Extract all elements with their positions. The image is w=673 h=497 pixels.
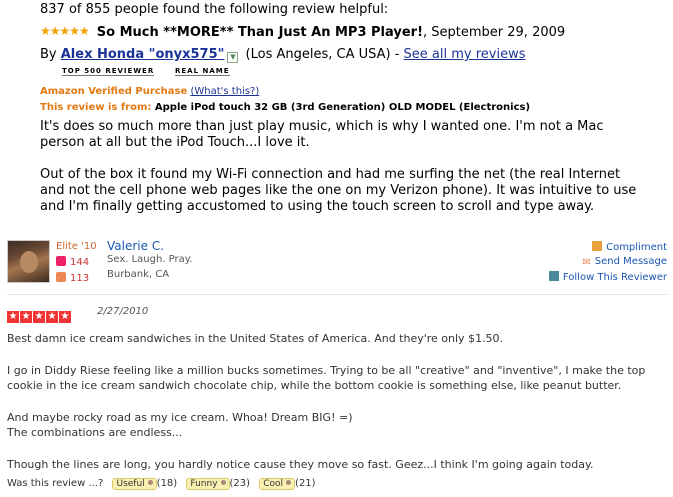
star-icon: ★: [59, 311, 71, 323]
star-rating: ★★★★★: [40, 24, 90, 38]
useful-button[interactable]: Useful: [112, 478, 157, 490]
friends-icon: [56, 256, 66, 266]
review-paragraph: Best damn ice cream sandwiches in the Un…: [7, 332, 504, 345]
friends-count: 144: [56, 256, 89, 268]
user-name-link[interactable]: Valerie C.: [107, 239, 164, 253]
product-name: Apple iPod touch 32 GB (3rd Generation) …: [154, 102, 531, 113]
star-icon: ★: [7, 311, 19, 323]
by-prefix: By: [40, 47, 61, 62]
message-icon: ✉: [582, 257, 591, 268]
review-paragraph: And maybe rocky road as my ice cream. Wh…: [7, 411, 353, 439]
review-paragraph: Out of the box it found my Wi-Fi connect…: [40, 167, 637, 214]
elite-badge: Elite '10: [56, 241, 97, 252]
verified-label: Amazon Verified Purchase: [40, 86, 188, 97]
cool-count: (21): [295, 478, 316, 489]
reviewer-location: (Los Angeles, CA USA) -: [241, 47, 404, 62]
funny-count: (23): [229, 478, 251, 489]
star-icon: ★: [20, 311, 32, 323]
divider: [7, 294, 667, 295]
follow-icon: [548, 271, 559, 281]
whats-this-link[interactable]: (What's this?): [190, 86, 259, 97]
follow-action[interactable]: Follow This Reviewer: [548, 271, 667, 283]
reviewer-actions: Compliment ✉ Send Message Follow This Rev…: [548, 241, 667, 286]
funny-button[interactable]: Funny: [186, 478, 230, 490]
review-title: So Much **MORE** Than Just An MP3 Player…: [96, 25, 424, 40]
review-body: Best damn ice cream sandwiches in the Un…: [7, 331, 667, 489]
vote-row: Was this review ...? Useful (18) Funny (23…: [7, 478, 316, 490]
helpful-count: 837 of 855 people found the following re…: [40, 2, 389, 17]
badge-top-reviewer[interactable]: TOP 500 REVIEWER: [62, 67, 155, 76]
send-message-action[interactable]: ✉ Send Message: [549, 256, 667, 268]
review-date: , September 29, 2009: [423, 25, 566, 40]
avatar[interactable]: [7, 240, 50, 283]
see-all-reviews-link[interactable]: See all my reviews: [404, 47, 526, 62]
cool-button[interactable]: Cool: [259, 478, 296, 490]
review-paragraph: Though the lines are long, you hardly no…: [7, 458, 594, 471]
badge-real-name[interactable]: REAL NAME: [175, 67, 230, 76]
user-location: Burbank, CA: [107, 269, 170, 280]
user-tagline: Sex. Laugh. Pray.: [107, 254, 193, 265]
vote-prompt: Was this review ...?: [7, 478, 104, 489]
star-rating: ★★★★★: [7, 304, 72, 323]
review-paragraph: I go in Diddy Riese feeling like a milli…: [7, 364, 646, 392]
review-date: 2/27/2010: [97, 306, 149, 317]
review-body: It's does so much more than just play mu…: [40, 119, 640, 231]
review-paragraph: It's does so much more than just play mu…: [40, 119, 604, 150]
reviews-count: 113: [56, 272, 89, 284]
reviewer-row: By Alex Honda "onyx575" ▼ (Los Angeles, C…: [40, 47, 526, 63]
compliment-action[interactable]: Compliment: [549, 241, 667, 253]
verified-purchase: Amazon Verified Purchase (What's this?): [40, 86, 259, 97]
reviewer-name-link[interactable]: Alex Honda "onyx575": [61, 47, 225, 62]
chevron-down-icon[interactable]: ▼: [227, 52, 239, 63]
review-title-row: ★★★★★ So Much **MORE** Than Just An MP3 P…: [40, 24, 565, 40]
reviews-icon: [56, 272, 66, 282]
compliment-icon: [592, 241, 603, 251]
star-icon: ★: [33, 311, 45, 323]
useful-count: (18): [156, 478, 178, 489]
review-source: This review is from: Apple iPod touch 32…: [40, 102, 530, 113]
review-from-label: This review is from:: [40, 102, 155, 113]
star-icon: ★: [46, 311, 58, 323]
